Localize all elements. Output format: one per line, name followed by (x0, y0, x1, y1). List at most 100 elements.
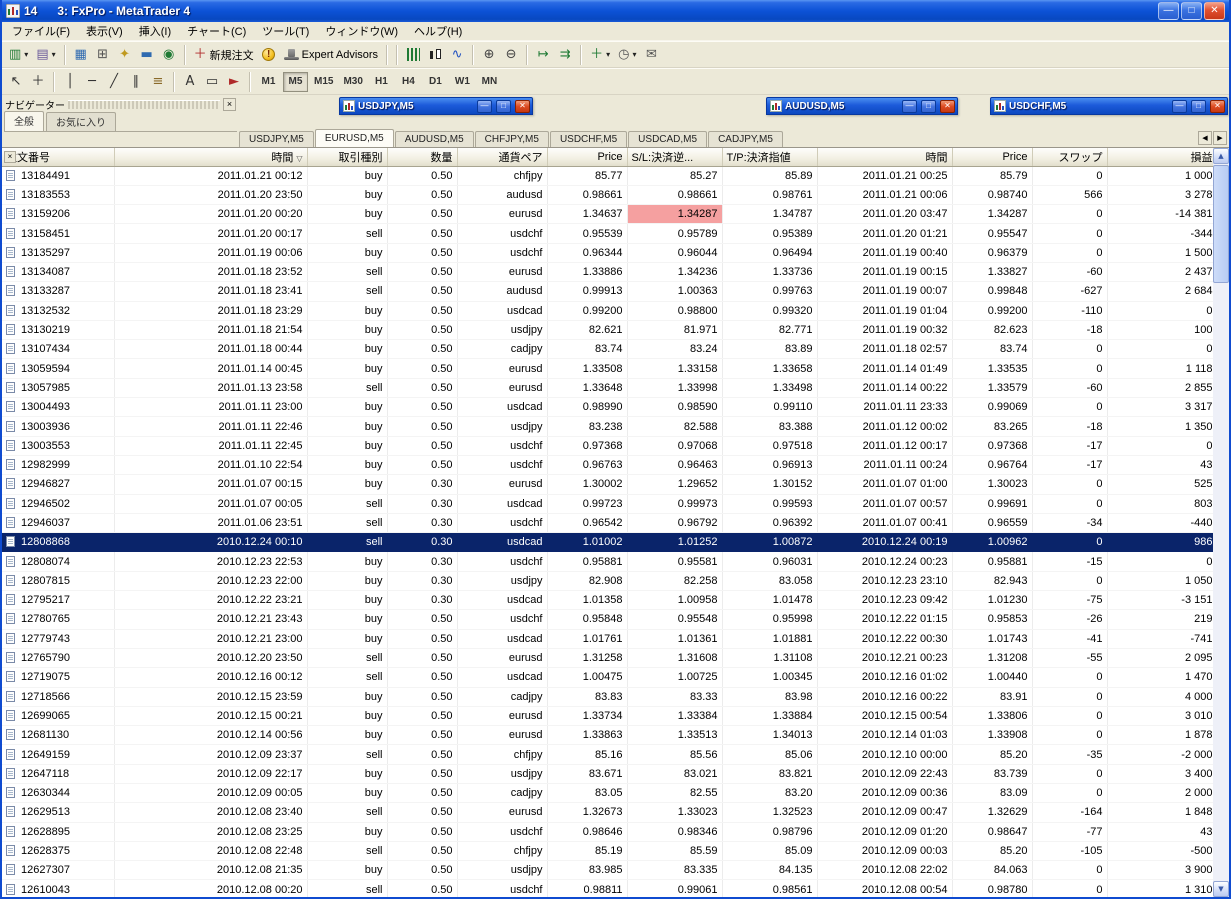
table-row[interactable]: 13159206 2011.01.20 00:20 buy 0.50 eurusd 1.3… (2, 204, 1218, 225)
timeframe-h4-button[interactable]: H4 (396, 72, 421, 92)
table-row[interactable]: 12630344 2010.12.09 00:05 buy 0.50 cadjpy 83.… (2, 783, 1218, 804)
terminal-button[interactable]: ▬ (136, 44, 158, 66)
table-row[interactable]: 13057985 2011.01.13 23:58 sell 0.50 eurusd 1.… (2, 378, 1218, 399)
table-row[interactable]: 12629513 2010.12.08 23:40 sell 0.50 eurusd 1.… (2, 802, 1218, 823)
menu-window[interactable]: ウィンドウ(W) (317, 21, 406, 42)
drag-grip[interactable] (68, 100, 220, 109)
chart-shift-button[interactable]: ⇉ (554, 44, 576, 66)
table-row[interactable]: 12718566 2010.12.15 23:59 buy 0.50 cadjpy 83.… (2, 687, 1218, 707)
open-price-header[interactable]: Price (547, 148, 628, 167)
navigator-tab-common[interactable]: 全般 (4, 111, 44, 131)
navigator-button[interactable]: ✦ (114, 44, 136, 66)
table-row[interactable]: 12946827 2011.01.07 00:15 buy 0.30 eurusd 1.3… (2, 474, 1218, 495)
timeframe-m15-button[interactable]: M15 (310, 72, 337, 92)
navigator-tab-favorites[interactable]: お気に入り (46, 112, 116, 131)
menu-charts[interactable]: チャート(C) (179, 21, 254, 42)
timeframe-w1-button[interactable]: W1 (450, 72, 475, 92)
swap-header[interactable]: スワップ (1032, 148, 1108, 167)
table-row[interactable]: 13134087 2011.01.18 23:52 sell 0.50 eurusd 1.… (2, 262, 1218, 283)
table-row[interactable]: 13158451 2011.01.20 00:17 sell 0.50 usdchf 0.… (2, 223, 1218, 244)
minimize-button[interactable]: — (477, 99, 492, 113)
crosshair-button[interactable]: ＋ (27, 71, 49, 93)
maximize-button[interactable]: □ (496, 99, 511, 113)
auto-scroll-button[interactable]: ↦ (532, 44, 554, 66)
table-row[interactable]: 12779743 2010.12.21 23:00 buy 0.50 usdcad 1.0… (2, 629, 1218, 649)
chart-tab-chfjpy-m5[interactable]: CHFJPY,M5 (474, 131, 549, 147)
text-label-button[interactable]: ▭ (201, 71, 223, 93)
table-row[interactable]: 12681130 2010.12.14 00:56 buy 0.50 eurusd 1.3… (2, 725, 1218, 746)
tab-scroll-left-button[interactable]: ◀ (1198, 131, 1212, 145)
menu-insert[interactable]: 挿入(I) (131, 21, 179, 42)
vertical-scrollbar[interactable]: ▲ ▼ (1213, 148, 1229, 897)
trendline-button[interactable]: ╱ (103, 71, 125, 93)
text-button[interactable]: A (179, 71, 201, 93)
table-row[interactable]: 13004493 2011.01.11 23:00 buy 0.50 usdcad 0.9… (2, 397, 1218, 418)
open-time-header[interactable]: 時間 ▽ (114, 148, 308, 167)
minimize-button[interactable]: — (902, 99, 917, 113)
chart-window-usdchf-m5[interactable]: USDCHF,M5 — □ ✕ (990, 97, 1228, 115)
menu-view[interactable]: 表示(V) (78, 21, 131, 42)
templates-button[interactable]: ✉ (640, 44, 662, 66)
tab-scroll-right-button[interactable]: ▶ (1213, 131, 1227, 145)
vertical-line-button[interactable]: │ (59, 71, 81, 93)
table-row[interactable]: 12610043 2010.12.08 00:20 sell 0.50 usdchf 0.… (2, 879, 1218, 897)
bar-chart-button[interactable] (402, 44, 424, 66)
table-row[interactable]: 12649159 2010.12.09 23:37 sell 0.50 chfjpy 85… (2, 744, 1218, 765)
table-row[interactable]: 12946037 2011.01.06 23:51 sell 0.30 usdchf 0.… (2, 513, 1218, 534)
chart-tab-usdjpy-m5[interactable]: USDJPY,M5 (239, 131, 314, 147)
maximize-button[interactable]: □ (1191, 99, 1206, 113)
table-row[interactable]: 12780765 2010.12.21 23:43 buy 0.50 usdchf 0.9… (2, 609, 1218, 630)
minimize-button[interactable]: — (1172, 99, 1187, 113)
menu-file[interactable]: ファイル(F) (4, 21, 78, 42)
sl-header[interactable]: S/L:決済逆... (627, 148, 723, 167)
profit-header[interactable]: 損益 (1107, 148, 1218, 167)
table-row[interactable]: 13184491 2011.01.21 00:12 buy 0.50 chfjpy 85.… (2, 166, 1218, 186)
table-row[interactable]: 13130219 2011.01.18 21:54 buy 0.50 usdjpy 82.… (2, 320, 1218, 341)
menu-tools[interactable]: ツール(T) (254, 21, 317, 42)
timeframe-m1-button[interactable]: M1 (256, 72, 281, 92)
timeframe-m5-button[interactable]: M5 (283, 71, 308, 92)
table-row[interactable]: 12627307 2010.12.08 21:35 buy 0.50 usdjpy 83.… (2, 860, 1218, 881)
chart-tab-usdchf-m5[interactable]: USDCHF,M5 (549, 131, 628, 147)
strategy-tester-button[interactable]: ◉ (158, 44, 180, 66)
close-button[interactable]: ✕ (1204, 2, 1225, 20)
chart-window-usdjpy-m5[interactable]: USDJPY,M5 — □ ✕ (339, 97, 533, 115)
timeframe-m30-button[interactable]: M30 (339, 72, 366, 92)
timeframe-h1-button[interactable]: H1 (369, 72, 394, 92)
periods-button[interactable]: ◷ ▾ (614, 44, 640, 66)
line-chart-button[interactable]: ∿ (446, 44, 468, 66)
table-row[interactable]: 13183553 2011.01.20 23:50 buy 0.50 audusd 0.9… (2, 185, 1218, 206)
table-row[interactable]: 13003936 2011.01.11 22:46 buy 0.50 usdjpy 83.… (2, 416, 1218, 437)
close-price-header[interactable]: Price (952, 148, 1033, 167)
table-row[interactable]: 12628895 2010.12.08 23:25 buy 0.50 usdchf 0.9… (2, 822, 1218, 842)
maximize-button[interactable]: □ (921, 99, 936, 113)
fibonacci-button[interactable]: ≡ (147, 71, 169, 93)
zoom-in-button[interactable]: ⊕ (478, 44, 500, 66)
scroll-thumb[interactable] (1213, 165, 1229, 283)
table-row[interactable]: 12946502 2011.01.07 00:05 sell 0.30 usdcad 0.… (2, 494, 1218, 514)
candlestick-chart-button[interactable] (424, 44, 446, 66)
table-row[interactable]: 12699065 2010.12.15 00:21 buy 0.50 eurusd 1.3… (2, 706, 1218, 727)
table-row[interactable]: 13107434 2011.01.18 00:44 buy 0.50 cadjpy 83.… (2, 339, 1218, 360)
symbol-header[interactable]: 通貨ペア (457, 148, 548, 167)
table-row[interactable]: 13003553 2011.01.11 22:45 buy 0.50 usdchf 0.9… (2, 436, 1218, 456)
history-close-button[interactable]: × (4, 151, 16, 163)
close-button[interactable]: ✕ (1210, 99, 1225, 113)
chart-tab-cadjpy-m5[interactable]: CADJPY,M5 (708, 131, 783, 147)
metaeditor-button[interactable]: ! (258, 44, 280, 66)
tp-header[interactable]: T/P:決済指値 (722, 148, 818, 167)
table-row[interactable]: 12982999 2011.01.10 22:54 buy 0.50 usdchf 0.9… (2, 455, 1218, 476)
table-row[interactable]: 12808074 2010.12.23 22:53 buy 0.30 usdchf 0.9… (2, 551, 1218, 572)
volume-header[interactable]: 数量 (387, 148, 458, 167)
table-row[interactable]: 13059594 2011.01.14 00:45 buy 0.50 eurusd 1.3… (2, 358, 1218, 379)
minimize-button[interactable]: — (1158, 2, 1179, 20)
timeframe-mn-button[interactable]: MN (477, 72, 502, 92)
chart-window-audusd-m5[interactable]: AUDUSD,M5 — □ ✕ (766, 97, 958, 115)
table-row[interactable]: 12719075 2010.12.16 00:12 sell 0.50 usdcad 1.… (2, 667, 1218, 688)
market-watch-button[interactable]: ▦ (70, 44, 92, 66)
expert-advisors-button[interactable]: Expert Advisors (280, 44, 382, 66)
channel-button[interactable]: ∥ (125, 71, 147, 93)
navigator-close-button[interactable]: × (223, 98, 236, 111)
chart-tab-audusd-m5[interactable]: AUDUSD,M5 (394, 131, 474, 147)
cursor-button[interactable]: ↖ (5, 71, 27, 93)
